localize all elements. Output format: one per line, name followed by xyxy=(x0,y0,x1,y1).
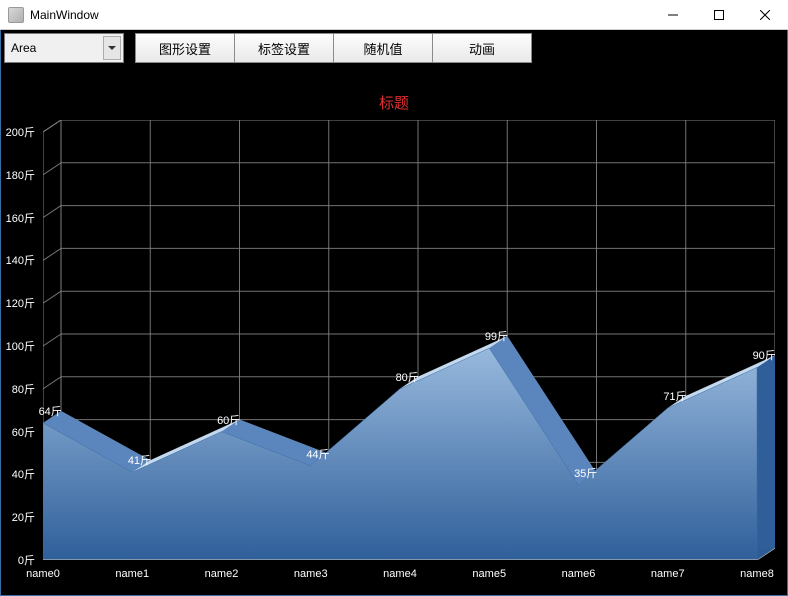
y-tick-label: 80斤 xyxy=(12,381,35,397)
y-tick-label: 200斤 xyxy=(6,124,35,140)
data-label: 64斤 xyxy=(39,403,62,419)
y-tick-label: 0斤 xyxy=(18,552,35,568)
area-chart: 0斤20斤40斤60斤80斤100斤120斤140斤160斤180斤200斤na… xyxy=(43,120,775,560)
x-tick-label: name5 xyxy=(472,568,506,580)
y-tick-label: 20斤 xyxy=(12,509,35,525)
data-label: 41斤 xyxy=(128,452,151,468)
y-tick-label: 180斤 xyxy=(6,167,35,183)
app-icon xyxy=(8,7,24,23)
x-tick-label: name6 xyxy=(562,568,596,580)
data-label: 35斤 xyxy=(574,465,597,481)
client-area: Area 图形设置 标签设置 随机值 动画 标题 0斤 20斤 40斤 60斤 80斤 1… xyxy=(0,30,788,596)
window-title: MainWindow xyxy=(30,8,99,22)
close-button[interactable] xyxy=(742,0,788,30)
x-tick-label: name0 xyxy=(26,568,60,580)
window-titlebar: MainWindow xyxy=(0,0,788,30)
data-label: 90斤 xyxy=(753,347,776,363)
random-value-button[interactable]: 随机值 xyxy=(333,33,433,63)
x-tick-label: name1 xyxy=(115,568,149,580)
y-tick-label: 40斤 xyxy=(12,466,35,482)
x-tick-label: name4 xyxy=(383,568,417,580)
chevron-down-icon[interactable] xyxy=(103,36,121,60)
x-tick-label: name8 xyxy=(740,568,774,580)
y-tick-label: 120斤 xyxy=(6,295,35,311)
animation-button[interactable]: 动画 xyxy=(432,33,532,63)
minimize-button[interactable] xyxy=(650,0,696,30)
chart-canvas xyxy=(43,120,775,560)
data-label: 80斤 xyxy=(396,369,419,385)
y-tick-label: 60斤 xyxy=(12,424,35,440)
x-tick-label: name3 xyxy=(294,568,328,580)
data-label: 44斤 xyxy=(306,446,329,462)
toolbar: Area 图形设置 标签设置 随机值 动画 xyxy=(4,33,532,63)
chart-title: 标题 xyxy=(1,92,787,113)
shape-settings-button[interactable]: 图形设置 xyxy=(135,33,235,63)
data-label: 71斤 xyxy=(663,388,686,404)
data-label: 99斤 xyxy=(485,328,508,344)
label-settings-button[interactable]: 标签设置 xyxy=(234,33,334,63)
x-tick-label: name7 xyxy=(651,568,685,580)
y-tick-label: 140斤 xyxy=(6,252,35,268)
chart-type-value: Area xyxy=(11,41,36,55)
x-tick-label: name2 xyxy=(205,568,239,580)
maximize-button[interactable] xyxy=(696,0,742,30)
y-tick-label: 100斤 xyxy=(6,338,35,354)
chart-type-combo[interactable]: Area xyxy=(4,33,124,63)
y-tick-label: 160斤 xyxy=(6,210,35,226)
data-label: 60斤 xyxy=(217,412,240,428)
